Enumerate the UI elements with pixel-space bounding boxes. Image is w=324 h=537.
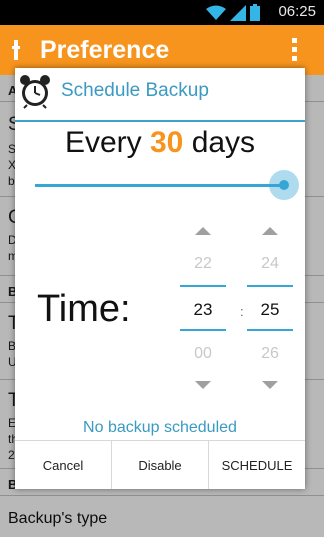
dialog-button-bar: Cancel Disable SCHEDULE (15, 440, 305, 489)
status-time: 06:25 (278, 3, 316, 20)
schedule-backup-dialog: Schedule Backup Every 30 days Time: 22 2… (15, 68, 305, 489)
hour-picker[interactable]: 22 23 00 (178, 223, 228, 393)
frequency-suffix: days (191, 126, 256, 159)
minute-selection-line-bottom (247, 329, 293, 331)
frequency-slider-thumb[interactable] (279, 180, 289, 190)
cancel-button[interactable]: Cancel (15, 441, 112, 489)
hour-current-value[interactable]: 23 (178, 300, 228, 320)
minute-prev-value[interactable]: 24 (245, 255, 295, 273)
frequency-prefix: Every (64, 126, 142, 159)
hour-decrement-icon[interactable] (195, 381, 211, 389)
alarm-clock-icon (20, 75, 50, 109)
hour-selection-line-top (180, 285, 226, 287)
dialog-header: Schedule Backup (15, 68, 305, 122)
signal-icon (230, 5, 246, 21)
page-title: Preference (40, 36, 170, 64)
dialog-title: Schedule Backup (61, 80, 209, 101)
hour-selection-line-bottom (180, 329, 226, 331)
time-separator: : (240, 304, 244, 319)
minute-increment-icon[interactable] (262, 227, 278, 235)
overflow-menu-icon[interactable] (292, 38, 298, 62)
schedule-status: No backup scheduled (83, 419, 237, 436)
schedule-button[interactable]: SCHEDULE (209, 441, 305, 489)
minute-next-value[interactable]: 26 (245, 345, 295, 363)
status-bar: 06:25 (0, 0, 324, 25)
minute-current-value[interactable]: 25 (245, 300, 295, 320)
battery-icon (250, 4, 260, 21)
minute-decrement-icon[interactable] (262, 381, 278, 389)
minute-selection-line-top (247, 285, 293, 287)
frequency-label: Every 30 days (15, 126, 305, 160)
app-icon[interactable] (12, 38, 20, 62)
time-label: Time: (37, 288, 131, 330)
disable-button[interactable]: Disable (112, 441, 209, 489)
frequency-slider-track[interactable] (35, 184, 285, 187)
hour-increment-icon[interactable] (195, 227, 211, 235)
frequency-value: 30 (149, 126, 184, 159)
hour-next-value[interactable]: 00 (178, 345, 228, 363)
hour-prev-value[interactable]: 22 (178, 255, 228, 273)
minute-picker[interactable]: 24 25 26 (245, 223, 295, 393)
wifi-icon (206, 5, 226, 20)
status-icons (206, 4, 260, 21)
